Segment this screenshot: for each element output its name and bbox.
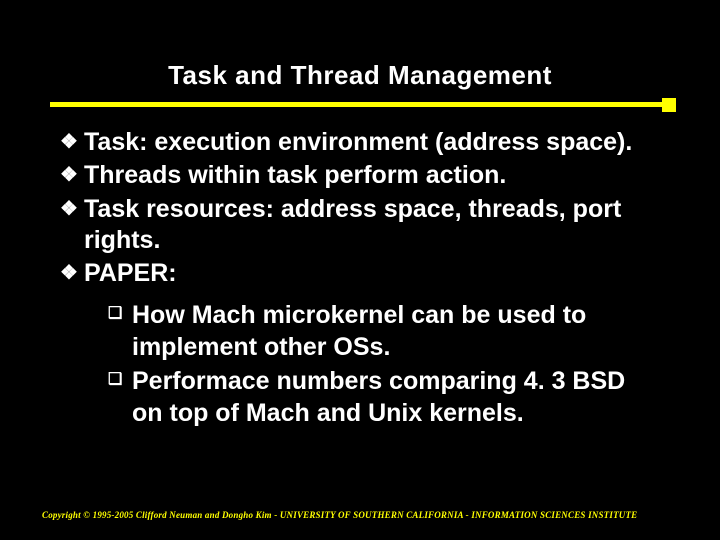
diamond-bullet-icon: ❖ xyxy=(60,194,84,222)
slide: Task and Thread Management ❖ Task: execu… xyxy=(0,0,720,540)
bullet-text: Task: execution environment (address spa… xyxy=(84,127,660,158)
title-rule xyxy=(50,99,670,109)
bullet-item: ❖ Threads within task perform action. xyxy=(60,160,660,191)
bullet-text: Threads within task perform action. xyxy=(84,160,660,191)
diamond-bullet-icon: ❖ xyxy=(60,127,84,155)
copyright-footer: Copyright © 1995-2005 Clifford Neuman an… xyxy=(42,510,637,520)
sub-bullet-block: ❑ How Mach microkernel can be used to im… xyxy=(60,299,660,429)
content-area: ❖ Task: execution environment (address s… xyxy=(50,127,670,429)
rule-square xyxy=(662,98,676,112)
rule-line xyxy=(50,102,670,107)
slide-title: Task and Thread Management xyxy=(50,60,670,91)
bullet-text: Task resources: address space, threads, … xyxy=(84,194,660,257)
sub-bullet-item: ❑ How Mach microkernel can be used to im… xyxy=(108,299,660,363)
sub-bullet-item: ❑ Performace numbers comparing 4. 3 BSD … xyxy=(108,365,660,429)
bullet-item: ❖ Task: execution environment (address s… xyxy=(60,127,660,158)
square-bullet-icon: ❑ xyxy=(108,299,132,324)
bullet-item: ❖ PAPER: xyxy=(60,258,660,289)
sub-bullet-text: Performace numbers comparing 4. 3 BSD on… xyxy=(132,365,660,429)
sub-bullet-text: How Mach microkernel can be used to impl… xyxy=(132,299,660,363)
diamond-bullet-icon: ❖ xyxy=(60,160,84,188)
bullet-text: PAPER: xyxy=(84,258,660,289)
square-bullet-icon: ❑ xyxy=(108,365,132,390)
diamond-bullet-icon: ❖ xyxy=(60,258,84,286)
bullet-item: ❖ Task resources: address space, threads… xyxy=(60,194,660,257)
